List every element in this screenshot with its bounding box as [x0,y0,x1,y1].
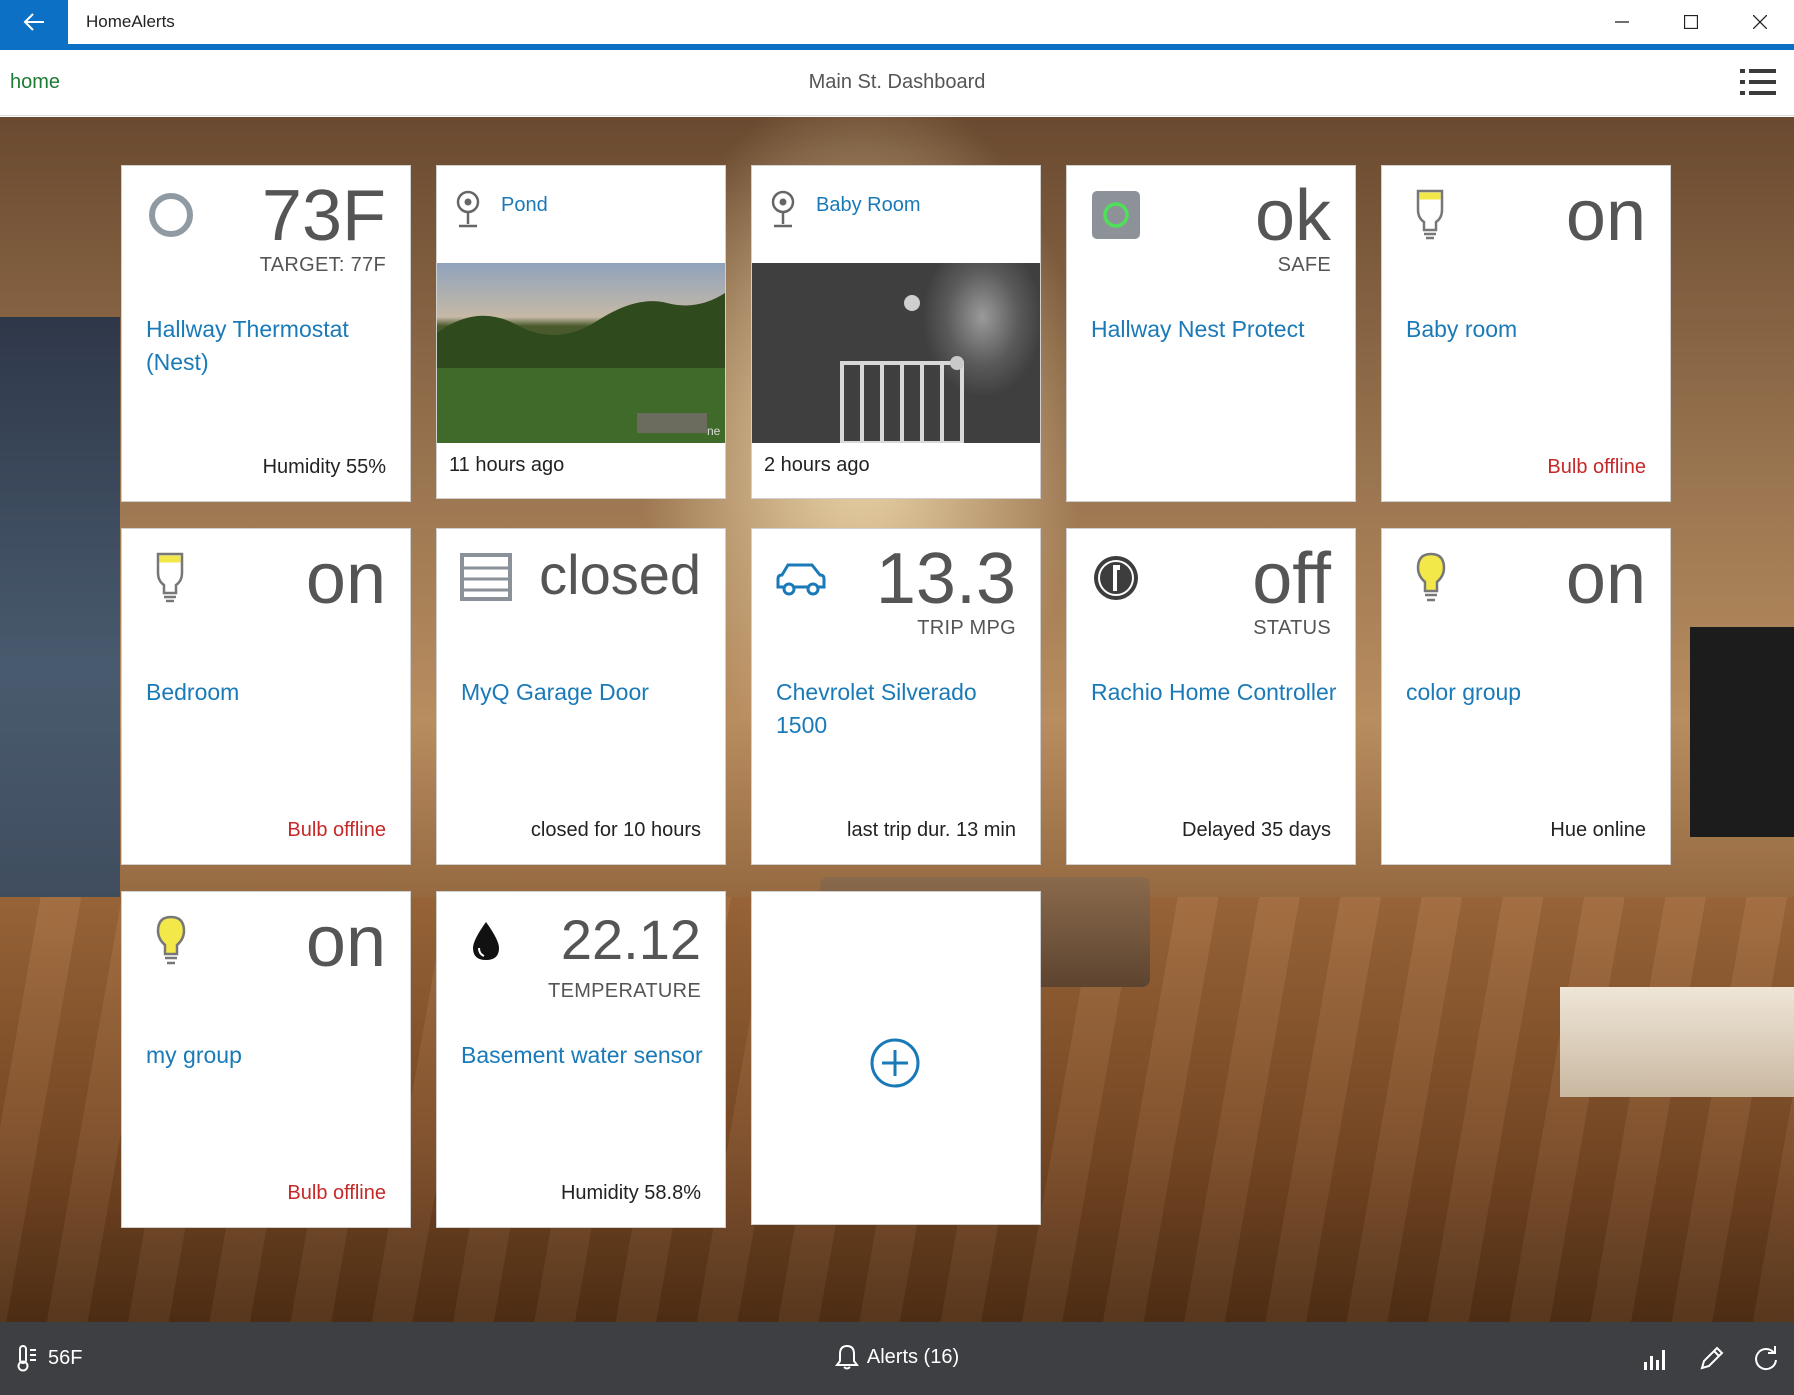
tile-name[interactable]: Bedroom [146,676,396,709]
pencil-icon [1700,1346,1724,1370]
refresh-icon [1755,1346,1777,1371]
camera-timestamp: 11 hours ago [449,454,565,476]
tile-subvalue: TEMPERATURE [548,980,701,1002]
tile-subvalue: SAFE [1277,254,1331,276]
tile-value: on [1565,176,1646,256]
tile-subvalue: TARGET: 77F [259,254,386,276]
tile-garage-door[interactable]: closed MyQ Garage Door closed for 10 hou… [436,528,726,865]
tile-value: 13.3 [875,539,1016,619]
page-header: home Main St. Dashboard [0,50,1794,116]
tile-value: 22.12 [560,908,701,971]
smoke-detector-icon [1092,191,1140,239]
tile-nest-protect[interactable]: ok SAFE Hallway Nest Protect [1066,165,1356,502]
tile-camera-baby-room[interactable]: Baby Room 2 hours ago [751,165,1041,499]
tile-bulb-baby-room[interactable]: on Baby room Bulb offline [1381,165,1671,502]
close-button[interactable] [1726,0,1794,44]
tile-footer: Bulb offline [287,819,386,841]
minimize-button[interactable] [1588,0,1656,44]
tile-footer: Hue online [1550,819,1646,841]
maximize-button[interactable] [1657,0,1725,44]
pond-scene: ne [437,293,725,443]
tile-name[interactable]: Hallway Nest Protect [1091,313,1341,346]
tile-rachio[interactable]: off STATUS Rachio Home Controller Delaye… [1066,528,1356,865]
close-icon [1753,15,1767,29]
tile-color-group[interactable]: on color group Hue online [1381,528,1671,865]
tile-value: off [1252,539,1331,619]
tile-name[interactable]: MyQ Garage Door [461,676,711,709]
page-title: Main St. Dashboard [808,71,986,93]
tile-value: on [305,902,386,982]
refresh-button[interactable] [1750,1342,1782,1374]
tile-thermostat[interactable]: 73F TARGET: 77F Hallway Thermostat (Nest… [121,165,411,502]
app-title: HomeAlerts [86,12,175,31]
bell-icon [834,1344,859,1370]
tile-bulb-bedroom[interactable]: on Bedroom Bulb offline [121,528,411,865]
water-drop-icon [473,922,499,960]
car-icon [776,563,826,596]
tile-name[interactable]: Chevrolet Silverado 1500 [776,676,1026,742]
tile-footer: Humidity 55% [262,456,386,478]
tile-name[interactable]: Hallway Thermostat (Nest) [146,313,396,379]
menu-button[interactable] [1738,64,1778,100]
back-arrow-icon [23,13,44,31]
camera-label[interactable]: Baby Room [816,194,921,217]
list-menu-icon [1740,69,1776,95]
back-button[interactable] [0,0,68,44]
tile-name[interactable]: Baby room [1406,313,1656,346]
tile-my-group[interactable]: on my group Bulb offline [121,891,411,1228]
tile-footer: closed for 10 hours [530,819,701,841]
crib-scene [840,295,964,443]
alerts-button[interactable]: Alerts (16) [834,1344,960,1370]
bulb-icon [156,915,186,965]
camera-watermark: ne [707,424,721,438]
camera-label[interactable]: Pond [501,194,548,217]
tile-footer: Delayed 35 days [1182,819,1331,841]
tile-water-sensor[interactable]: 22.12 TEMPERATURE Basement water sensor … [436,891,726,1228]
tile-value: 73F [261,176,386,256]
tile-value: closed [539,543,701,606]
add-circle-icon[interactable] [869,1037,921,1089]
bulb-icon [1416,552,1446,602]
tile-subvalue: TRIP MPG [917,617,1016,639]
tile-name[interactable]: Rachio Home Controller [1091,676,1341,709]
bulb-icon [156,552,184,603]
camera-icon [771,190,795,228]
camera-snapshot-baby-room[interactable] [752,263,1040,443]
background-cabinet [1560,987,1794,1097]
title-bar: HomeAlerts [0,0,1794,44]
garage-icon [460,553,512,601]
nest-ring-icon [149,193,193,237]
bulb-icon [1416,189,1444,240]
camera-snapshot-pond[interactable]: ne [437,263,725,443]
minimize-icon [1615,21,1629,23]
tile-value: on [1565,539,1646,619]
bar-chart-icon [1644,1350,1665,1370]
tile-footer: last trip dur. 13 min [847,819,1016,841]
alerts-area: Alerts (16) [0,1344,1794,1370]
edit-button[interactable] [1696,1342,1728,1374]
stats-button[interactable] [1640,1342,1672,1374]
tile-name[interactable]: Basement water sensor [461,1039,711,1072]
tile-car[interactable]: 13.3 TRIP MPG Chevrolet Silverado 1500 l… [751,528,1041,865]
camera-icon [456,190,480,228]
maximize-icon [1684,15,1698,29]
camera-timestamp: 2 hours ago [764,454,870,476]
tile-footer: Bulb offline [1547,456,1646,478]
background-tv [1690,627,1794,837]
tile-add-device[interactable] [751,891,1041,1225]
tile-value: ok [1254,176,1331,256]
tile-camera-pond[interactable]: Pond ne 11 hours ago [436,165,726,499]
alerts-label: Alerts (16) [866,1345,960,1368]
tile-name[interactable]: my group [146,1039,396,1072]
rachio-icon [1094,556,1138,600]
tile-footer: Bulb offline [287,1182,386,1204]
tile-value: on [305,539,386,619]
tile-footer: Humidity 58.8% [560,1182,701,1204]
status-bar: 56F Alerts (16) [0,1322,1794,1395]
tile-subvalue: STATUS [1253,617,1331,639]
tile-name[interactable]: color group [1406,676,1656,709]
